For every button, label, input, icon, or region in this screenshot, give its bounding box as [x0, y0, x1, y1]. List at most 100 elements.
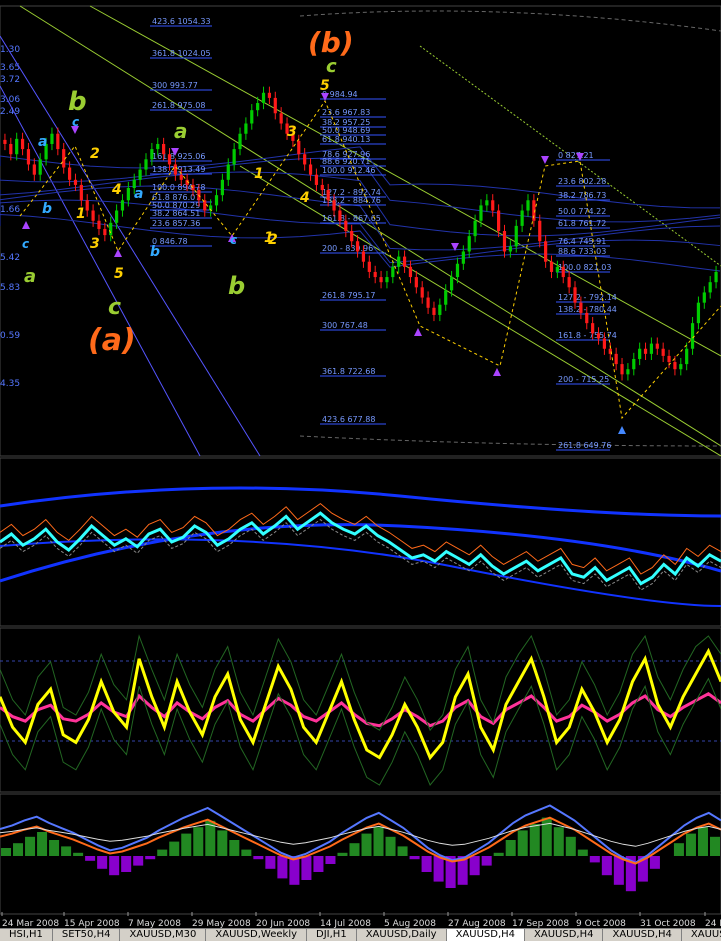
tab-set50-h4[interactable]: SET50,H4	[53, 929, 121, 941]
candle-body	[526, 200, 530, 211]
fibo-level-label: 38.2 864.51	[152, 209, 200, 218]
histogram-bar	[301, 856, 312, 880]
fibo-level-label: 161.8 - 867.65	[322, 214, 381, 223]
candle-body	[214, 195, 219, 206]
wave-label: (a)	[88, 323, 136, 358]
candle-body	[491, 200, 495, 211]
candle-body	[643, 348, 648, 354]
histogram-bar	[229, 840, 240, 856]
candle-body	[9, 143, 13, 155]
wave-label: b	[42, 201, 52, 217]
candle-body	[426, 297, 430, 308]
histogram-bar	[613, 856, 624, 885]
candle-body	[596, 333, 601, 339]
pane-3	[0, 627, 721, 793]
wave-label: 4	[299, 190, 310, 206]
histogram-bar	[97, 856, 108, 869]
candle-body	[26, 149, 31, 165]
candle-body	[379, 277, 383, 283]
candle-body	[103, 228, 107, 236]
tab-hsi-h1[interactable]: HSI,H1	[0, 929, 53, 941]
histogram-bar	[337, 852, 348, 856]
wave-label: c	[326, 56, 337, 77]
fibo-level-label: 200 - 715.25	[558, 375, 609, 384]
fibo-level-label: 138.2 913.49	[152, 165, 205, 174]
candle-body	[273, 97, 277, 114]
histogram-bar	[577, 849, 588, 856]
candle-body	[320, 184, 324, 191]
histogram-bar	[25, 836, 36, 856]
tab-xauusd-h4-d[interactable]: XAUUSD,H4	[682, 929, 721, 941]
price-axis-label: 0.59	[0, 331, 20, 341]
histogram-bar	[529, 824, 540, 856]
candle-body	[638, 348, 642, 359]
candle-body	[385, 277, 389, 283]
histogram-bar	[469, 856, 480, 876]
candle-body	[20, 138, 25, 150]
candle-body	[714, 271, 718, 283]
candle-body	[156, 143, 160, 150]
fibo-level-label: 88.6 733.03	[558, 247, 606, 256]
candle-body	[250, 110, 254, 124]
fibo-level-label: 23.6 802.28	[558, 177, 606, 186]
candle-body	[632, 358, 636, 370]
candle-body	[626, 369, 630, 375]
histogram-bar	[505, 840, 516, 856]
candle-body	[367, 261, 371, 272]
candle-body	[432, 307, 436, 315]
fibo-level-label: 100.0 821.03	[558, 263, 611, 272]
fibo-level-label: 138.2 - 884.76	[322, 196, 381, 205]
candle-body	[256, 103, 260, 111]
candle-body	[449, 277, 454, 291]
candle-body	[479, 205, 483, 221]
histogram-bar	[553, 827, 564, 856]
candle-body	[555, 266, 559, 272]
candle-body	[144, 159, 148, 170]
candle-body	[120, 200, 125, 211]
chart-tab-bar: HSI,H1 SET50,H4 XAUUSD,M30 XAUUSD,Weekly…	[0, 928, 721, 941]
candle-body	[179, 174, 183, 180]
candle-body	[508, 246, 512, 252]
price-axis-label: 3.06	[0, 95, 20, 105]
histogram-bar	[673, 843, 684, 856]
tab-xauusd-h4-c[interactable]: XAUUSD,H4	[603, 929, 682, 941]
histogram-bar	[217, 830, 228, 856]
candle-body	[679, 364, 683, 370]
tab-xauusd-m30[interactable]: XAUUSD,M30	[120, 929, 207, 941]
fibo-level-label: 261.8 649.76	[558, 441, 611, 450]
tab-xauusd-daily[interactable]: XAUUSD,Daily	[357, 929, 447, 941]
histogram-bar	[313, 856, 324, 872]
histogram-bar	[37, 832, 48, 856]
histogram-bar	[361, 833, 372, 856]
wave-label: 5	[320, 78, 330, 94]
histogram-bar	[181, 833, 192, 856]
fibo-level-label: 200 - 839.96	[322, 244, 373, 253]
candle-body	[79, 184, 83, 201]
candle-body	[115, 210, 119, 223]
candle-body	[15, 138, 19, 155]
candle-body	[303, 154, 307, 165]
fibo-level-label: 50.0 774.22	[558, 207, 606, 216]
wave-label: 5	[114, 266, 124, 282]
wave-label: a	[38, 134, 47, 150]
histogram-bar	[709, 836, 720, 856]
histogram-bar	[409, 856, 420, 860]
histogram-bar	[517, 830, 528, 856]
candle-body	[444, 290, 448, 305]
candle-body	[549, 261, 554, 272]
wave-label: 2	[90, 146, 100, 162]
fibo-level-label: 76.4 745.91	[558, 237, 606, 246]
candle-body	[438, 304, 442, 315]
wave-label: c	[230, 233, 237, 247]
tab-xauusd-h4-a[interactable]: XAUUSD,H4	[446, 929, 526, 941]
tab-xauusd-h4-b[interactable]: XAUUSD,H4	[525, 929, 604, 941]
histogram-bar	[385, 836, 396, 856]
fibo-level-label: 61.8 761.72	[558, 219, 606, 228]
tab-dji-h1[interactable]: DJI,H1	[307, 929, 357, 941]
wave-label: c	[108, 295, 121, 320]
fibo-level-label: 300 993.77	[152, 81, 198, 90]
fibo-level-label: 261.8 795.17	[322, 291, 375, 300]
fibo-level-label: 361.8 722.68	[322, 367, 375, 376]
tab-xauusd-weekly[interactable]: XAUUSD,Weekly	[206, 929, 308, 941]
candle-body	[350, 231, 354, 242]
